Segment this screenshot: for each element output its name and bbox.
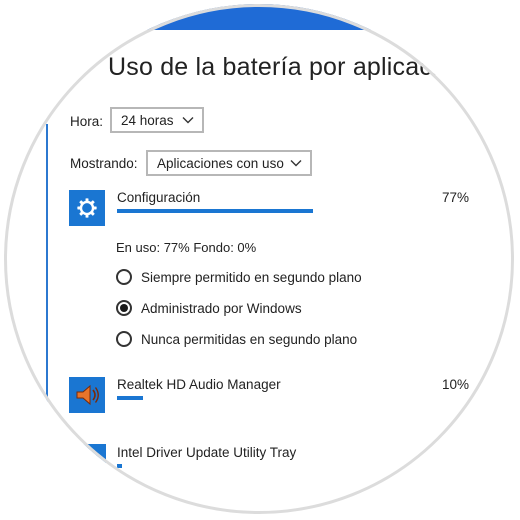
- usage-bar-settings: [117, 209, 313, 213]
- settings-app-tile[interactable]: [69, 190, 105, 226]
- app-name-settings[interactable]: Configuración: [117, 190, 200, 205]
- radio-never-allowed[interactable]: Nunca permitidas en segundo plano: [116, 331, 357, 347]
- chevron-down-icon: [182, 117, 194, 124]
- usage-breakdown-text: En uso: 77% Fondo: 0%: [116, 240, 257, 255]
- radio-managed-by-windows[interactable]: Administrado por Windows: [116, 300, 302, 316]
- time-filter-label: Hora:: [70, 114, 104, 129]
- time-filter-value: 24 horas: [121, 112, 174, 128]
- magnified-screenshot: Uso de la batería por aplicacio Hora: 24…: [0, 0, 520, 520]
- radio-button[interactable]: [116, 269, 132, 285]
- radio-button[interactable]: [116, 331, 132, 347]
- time-filter-dropdown[interactable]: 24 horas: [110, 107, 204, 133]
- app-percent-settings: 77%: [442, 190, 470, 205]
- window-top-bar: [4, 4, 514, 30]
- app-name-intel[interactable]: Intel Driver Update Utility Tray: [117, 445, 296, 460]
- chevron-down-icon: [290, 160, 302, 167]
- showing-filter-dropdown[interactable]: Aplicaciones con uso: [146, 150, 312, 176]
- magnifier-circle: Uso de la batería por aplicacio Hora: 24…: [4, 4, 514, 514]
- gear-icon: [77, 198, 97, 218]
- radio-label: Nunca permitidas en segundo plano: [141, 331, 358, 347]
- radio-button[interactable]: [116, 300, 132, 316]
- showing-filter-value: Aplicaciones con uso: [157, 155, 284, 171]
- realtek-app-tile[interactable]: [69, 377, 105, 413]
- radio-label: Administrado por Windows: [141, 300, 302, 316]
- showing-filter-label: Mostrando:: [70, 156, 138, 171]
- usage-bar-intel: [117, 464, 122, 468]
- page-title: Uso de la batería por aplicacio: [108, 53, 452, 81]
- app-percent-realtek: 10%: [442, 377, 470, 392]
- left-accent-line: [46, 124, 48, 454]
- speaker-icon: [76, 384, 99, 406]
- radio-always-allowed[interactable]: Siempre permitido en segundo plano: [116, 269, 362, 285]
- intel-app-tile[interactable]: [82, 444, 106, 480]
- radio-label: Siempre permitido en segundo plano: [141, 269, 362, 285]
- usage-bar-realtek: [117, 396, 143, 400]
- app-name-realtek[interactable]: Realtek HD Audio Manager: [117, 377, 281, 392]
